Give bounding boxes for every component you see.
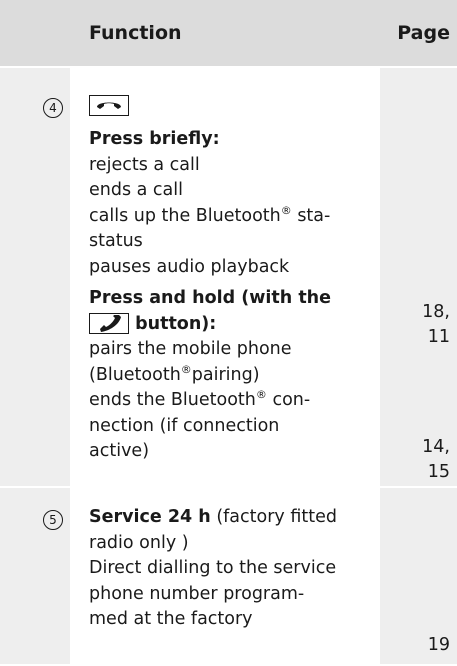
table-row-5: 5 Service 24 h (factory fitted radio onl… (0, 488, 457, 666)
registered-mark-3: ® (255, 388, 267, 401)
header-page: Page (380, 0, 457, 66)
row-5-function-cell: Service 24 h (factory fitted radio only … (70, 488, 380, 664)
ends-bluetooth-text: ends the Bluetooth® con- (89, 388, 380, 414)
registered-mark-2: ® (180, 362, 192, 376)
table-row-4: 4 Press briefly: rejects a call ends a c… (0, 68, 457, 488)
row-4-function-cell: Press briefly: rejects a call ends a cal… (70, 68, 380, 486)
rejects-call-text: rejects a call (89, 154, 200, 175)
ends-call-text: ends a call (89, 180, 184, 200)
page-ref-14: 14, (422, 437, 450, 457)
table-header: Function Page (0, 0, 457, 68)
bluetooth-status-text: calls up the Bluetooth® sta- (89, 204, 380, 230)
factory-fitted-text: (factory fitted (210, 507, 337, 527)
pairing-label: pairing) (191, 364, 260, 385)
row-4-page-cell: 18, 11 14, 15 (380, 68, 457, 486)
press-hold-heading: Press and hold (with the (89, 288, 332, 308)
page-ref-15: 15 (427, 462, 450, 482)
bluetooth-label-2: (Bluetooth (89, 364, 181, 385)
phone-number-text: phone number program- (89, 583, 305, 604)
bluetooth-pairing-text: (Bluetooth®pairing) (89, 363, 380, 389)
status-text: status (89, 231, 143, 251)
function-table: Function Page 4 Press briefly: rejects a… (0, 0, 457, 666)
page-ref-19: 19 (427, 635, 450, 655)
pauses-audio-text: pauses audio playback (89, 256, 290, 277)
row-5-number: 5 (43, 510, 63, 530)
call-icon (89, 313, 129, 334)
end-call-icon (89, 94, 129, 116)
press-briefly-heading: Press briefly: (89, 129, 220, 149)
row-5-page-cell: 19 (380, 488, 457, 664)
con-hyphen: con- (266, 390, 311, 410)
service-24h-line: Service 24 h (factory fitted (89, 505, 380, 531)
pairs-phone-text: pairs the mobile phone (89, 339, 292, 359)
header-number-cell (0, 0, 70, 66)
page-ref-18: 18, (422, 302, 450, 322)
active-text: active) (89, 441, 150, 461)
direct-dialling-text: Direct dialling to the service (89, 558, 337, 578)
button-label: button): (135, 313, 217, 334)
connection-text: nection (if connection (89, 415, 280, 436)
bluetooth-status-label: calls up the Bluetooth (89, 205, 281, 226)
status-hyphen: sta- (291, 205, 331, 226)
header-function: Function (70, 0, 380, 66)
row-4-number: 4 (43, 98, 63, 118)
page-ref-11: 11 (427, 327, 450, 347)
press-hold-button-line: button): (89, 312, 380, 338)
ends-bluetooth-label: ends the Bluetooth (89, 390, 256, 410)
service-24h-title: Service 24 h (89, 507, 211, 527)
radio-only-text: radio only ) (89, 532, 189, 553)
registered-mark: ® (280, 203, 292, 217)
factory-text: med at the factory (89, 609, 253, 629)
row-5-number-cell: 5 (0, 488, 70, 664)
end-call-key (89, 93, 380, 119)
row-4-number-cell: 4 (0, 68, 70, 486)
